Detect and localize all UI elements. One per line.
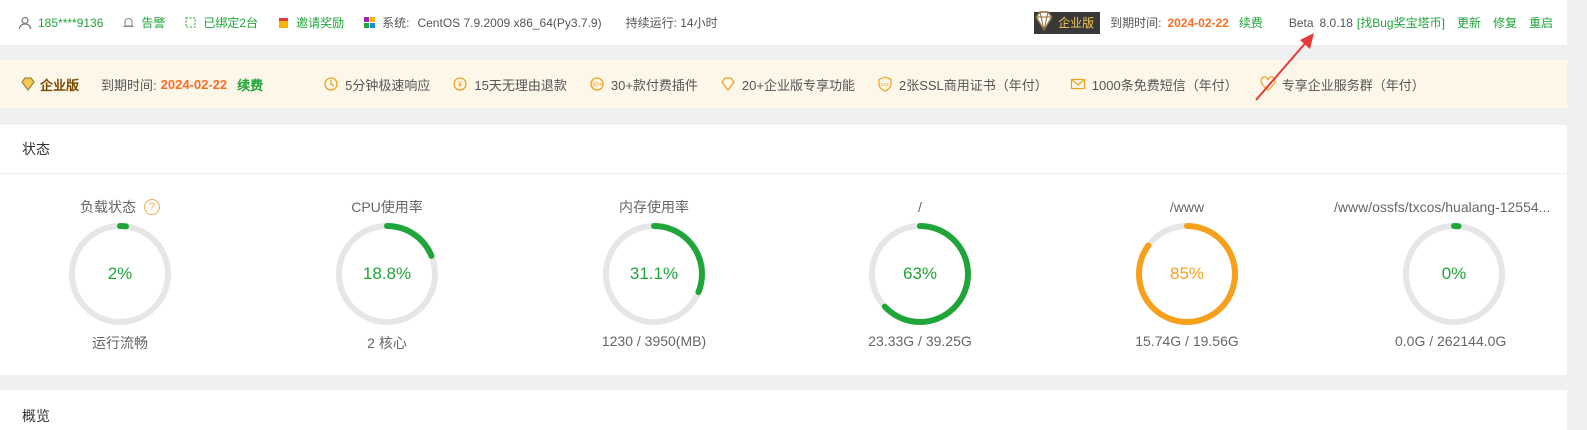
feature-label: 20+企业版专享功能 xyxy=(741,77,855,93)
promo-expire-label: 到期时间: xyxy=(101,77,157,93)
svg-text:30+: 30+ xyxy=(592,83,603,89)
feature-label: 15天无理由退款 xyxy=(474,77,567,93)
gauge-value: 0% xyxy=(1441,264,1467,283)
gauge-disk-root[interactable]: / 63% 23.33G / 39.25G xyxy=(810,197,1030,349)
bug-bounty-link[interactable]: [找Bug奖宝塔币] xyxy=(1357,14,1445,31)
beta-label: Beta xyxy=(1288,15,1314,30)
edition-label: 企业版 xyxy=(1058,16,1095,30)
renew-link[interactable]: 续费 xyxy=(1239,14,1263,31)
gauge-disk-ossfs[interactable]: /www/ossfs/txcos/hualang-12554... 0% 0.0… xyxy=(1334,197,1574,349)
expire-label: 到期时间: xyxy=(1110,16,1162,30)
user-icon xyxy=(18,16,32,30)
timer-icon xyxy=(323,76,339,92)
diamond-outline-icon xyxy=(720,76,736,92)
help-icon[interactable]: ? xyxy=(144,199,160,215)
refund-icon: ¥ xyxy=(452,76,468,92)
bell-icon xyxy=(121,16,135,30)
feature-label: 1000条免费短信（年付） xyxy=(1091,77,1238,93)
user-phone: 185****9136 xyxy=(38,15,104,30)
feature-ssl: SSL 2张SSL商用证书（年付） xyxy=(877,75,1048,94)
system-value: CentOS 7.9.2009 x86_64(Py3.7.9) xyxy=(417,15,602,30)
ssl-icon: SSL xyxy=(877,76,893,92)
feature-label: 5分钟极速响应 xyxy=(345,77,431,93)
diamond-icon xyxy=(1035,10,1053,31)
gauge-subtext: 15.74G / 19.56G xyxy=(1135,333,1239,349)
gauge-subtext: 2 核心 xyxy=(367,335,407,351)
mail-icon xyxy=(1070,76,1086,92)
gauge-label: CPU使用率 xyxy=(351,199,423,215)
plugin-icon: 30+ xyxy=(589,76,605,92)
gauge-disk-www[interactable]: /www 85% 15.74G / 19.56G xyxy=(1077,197,1297,349)
feature-response: 5分钟极速响应 xyxy=(323,75,430,94)
overview-card: 概览 xyxy=(0,390,1567,430)
gauge-label: / xyxy=(918,199,922,215)
expire-date: 2024-02-22 xyxy=(1167,15,1229,30)
promo-brand: 企业版 xyxy=(20,75,79,94)
top-bar: 185****9136 告警 已绑定2台 邀请奖励 系统: CentOS 7.9… xyxy=(0,0,1567,45)
gauge-label: /www xyxy=(1169,199,1205,215)
promo-renew-link[interactable]: 续费 xyxy=(237,75,263,94)
update-link[interactable]: 更新 xyxy=(1457,14,1481,31)
promo-expire-date: 2024-02-22 xyxy=(160,76,228,92)
gauge-subtext: 运行流畅 xyxy=(92,335,148,351)
gauge-cpu[interactable]: CPU使用率 18.8% 2 核心 xyxy=(277,197,497,353)
uptime: 持续运行: 14小时 xyxy=(625,16,718,30)
status-card: 状态 负载状态? 2% 运行流畅 CPU使用率 18.8% 2 核心 内存使用率… xyxy=(0,125,1567,375)
gauge-label: /www/ossfs/txcos/hualang-12554... xyxy=(1334,199,1551,215)
feature-sms: 1000条免费短信（年付） xyxy=(1070,75,1238,94)
status-title: 状态 xyxy=(0,125,1567,174)
system-label: 系统: xyxy=(382,16,410,30)
feature-label: 2张SSL商用证书（年付） xyxy=(898,77,1048,93)
feature-refund: ¥ 15天无理由退款 xyxy=(452,75,567,94)
enterprise-promo-bar: 企业版 到期时间: 2024-02-22 续费 5分钟极速响应 ¥ 15天无理由… xyxy=(0,60,1567,108)
enterprise-badge[interactable]: 企业版 xyxy=(1034,10,1101,34)
feature-enterprise: 20+企业版专享功能 xyxy=(720,75,855,94)
gauge-value: 63% xyxy=(902,264,938,283)
invite-link[interactable]: 邀请奖励 xyxy=(276,14,344,31)
user-account[interactable]: 185****9136 xyxy=(18,16,103,30)
invite-label: 邀请奖励 xyxy=(296,16,345,30)
gauge-value: 85% xyxy=(1169,264,1205,283)
alarm-link[interactable]: 告警 xyxy=(121,14,165,31)
gauge-subtext: 0.0G / 262144.0G xyxy=(1395,333,1507,349)
feature-label: 30+款付费插件 xyxy=(610,77,698,93)
version-label: 8.0.18 xyxy=(1319,15,1353,30)
gauge-label: 内存使用率 xyxy=(619,199,689,215)
diamond-icon xyxy=(21,77,35,91)
link-icon xyxy=(183,16,197,30)
gauge-value: 31.1% xyxy=(629,264,679,283)
gauge-value: 18.8% xyxy=(362,264,412,283)
repair-link[interactable]: 修复 xyxy=(1493,14,1517,31)
gauge-subtext: 1230 / 3950(MB) xyxy=(601,333,707,349)
gauge-value: 2% xyxy=(107,264,133,283)
gauge-subtext: 23.33G / 39.25G xyxy=(868,333,972,349)
feature-plugins: 30+ 30+款付费插件 xyxy=(589,75,698,94)
svg-text:¥: ¥ xyxy=(457,80,463,89)
gift-icon xyxy=(276,16,290,30)
gauge-label: 负载状态 xyxy=(80,199,136,215)
svg-text:SSL: SSL xyxy=(881,82,890,87)
bound-label: 已绑定2台 xyxy=(203,16,259,30)
restart-link[interactable]: 重启 xyxy=(1529,14,1553,31)
gauge-load[interactable]: 负载状态? 2% 运行流畅 xyxy=(10,197,230,353)
bound-link[interactable]: 已绑定2台 xyxy=(183,14,258,31)
os-icon xyxy=(362,16,376,30)
gauge-memory[interactable]: 内存使用率 31.1% 1230 / 3950(MB) xyxy=(544,197,764,349)
alarm-label: 告警 xyxy=(141,16,166,30)
annotation-arrow xyxy=(1255,33,1314,101)
system-info: 系统: CentOS 7.9.2009 x86_64(Py3.7.9) xyxy=(362,14,602,31)
promo-edition: 企业版 xyxy=(40,77,80,93)
